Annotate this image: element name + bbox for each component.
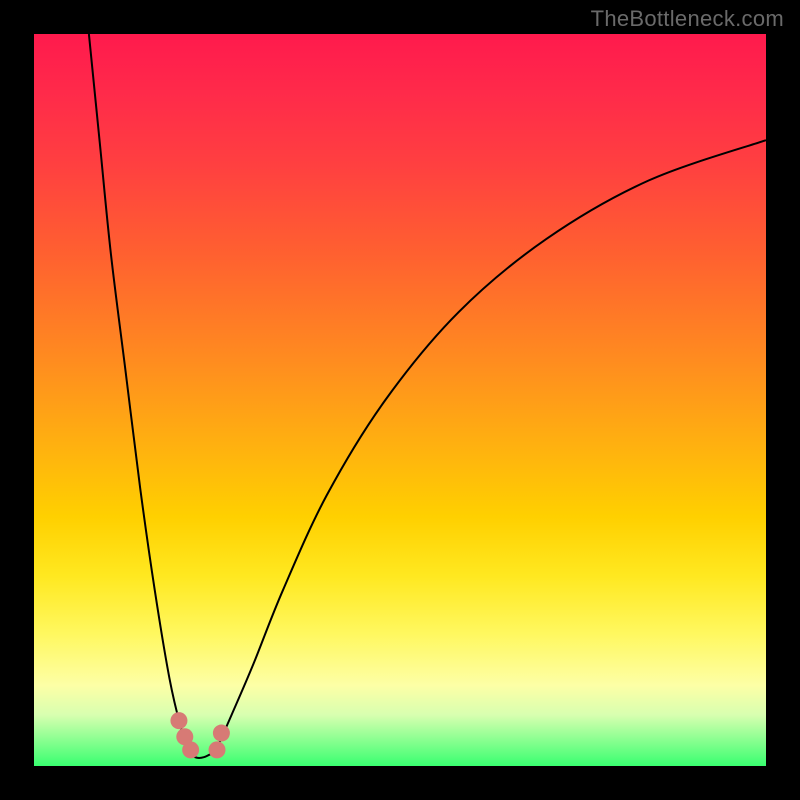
chart-frame: TheBottleneck.com — [0, 0, 800, 800]
data-marker — [213, 725, 230, 742]
data-marker — [170, 712, 187, 729]
bottleneck-curve — [89, 34, 766, 758]
chart-curves — [34, 34, 766, 766]
watermark-label: TheBottleneck.com — [591, 6, 784, 32]
data-marker — [209, 741, 226, 758]
data-marker — [182, 741, 199, 758]
chart-plot-area — [34, 34, 766, 766]
